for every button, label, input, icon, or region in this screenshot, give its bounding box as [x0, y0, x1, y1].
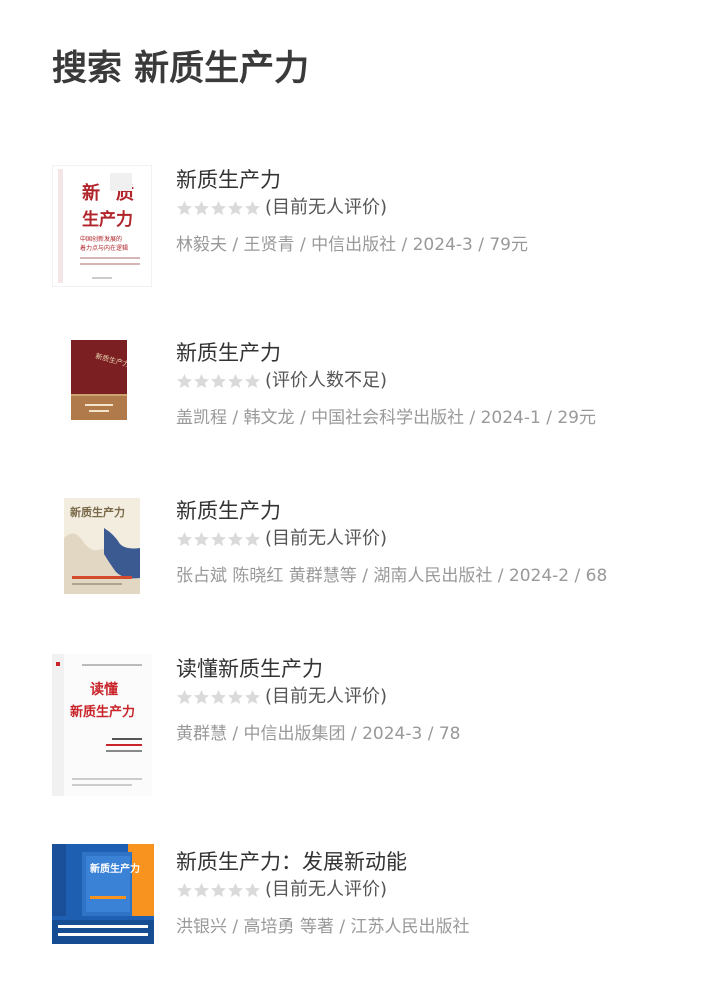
book-cover[interactable]: 新质生产力 [71, 340, 127, 420]
cover-text: 中国创新发展的 [80, 235, 122, 243]
star-empty-icon [177, 531, 192, 546]
book-cover[interactable]: 新质生产力 [52, 844, 154, 944]
cover-text: 新 [82, 182, 100, 204]
rating-text: (目前无人评价) [265, 879, 388, 900]
cover-text: 读懂 [90, 681, 118, 698]
star-empty-icon [245, 531, 260, 546]
result-item: 新质生产力 新质生产力：发展新动能 (目前无人评价) 洪银兴 / 高培勇 等著 … [0, 844, 724, 987]
cover-text: 新质生产力 [70, 704, 135, 720]
book-cover[interactable]: 新质生产力 [64, 498, 140, 594]
rating-stars [176, 882, 261, 899]
result-info: 新质生产力 (目前无人评价) 林毅夫 / 王贤青 / 中信出版社 / 2024-… [176, 165, 716, 255]
result-info: 新质生产力 (评价人数不足) 盖凯程 / 韩文龙 / 中国社会科学出版社 / 2… [176, 338, 716, 428]
star-empty-icon [211, 373, 226, 388]
book-title-link[interactable]: 新质生产力 [176, 338, 716, 368]
star-empty-icon [194, 373, 209, 388]
star-empty-icon [245, 689, 260, 704]
star-empty-icon [177, 373, 192, 388]
star-empty-icon [228, 200, 243, 215]
star-empty-icon [211, 882, 226, 897]
star-empty-icon [228, 531, 243, 546]
star-empty-icon [211, 200, 226, 215]
book-title-link[interactable]: 新质生产力 [176, 496, 716, 526]
result-info: 新质生产力：发展新动能 (目前无人评价) 洪银兴 / 高培勇 等著 / 江苏人民… [176, 847, 716, 937]
rating-text: (目前无人评价) [265, 528, 388, 549]
rating: (评价人数不足) [176, 368, 387, 394]
rating-stars [176, 531, 261, 548]
star-empty-icon [228, 373, 243, 388]
book-cover[interactable]: 新 质 生产力 中国创新发展的 着力点与内在逻辑 [52, 165, 152, 287]
rating: (目前无人评价) [176, 877, 387, 903]
book-meta: 盖凯程 / 韩文龙 / 中国社会科学出版社 / 2024-1 / 29元 [176, 408, 596, 428]
result-item: 读懂 新质生产力 读懂新质生产力 (目前无人评价) 黄群慧 / 中信出版集团 /… [0, 654, 724, 796]
star-empty-icon [194, 689, 209, 704]
rating-stars [176, 373, 261, 390]
star-empty-icon [228, 882, 243, 897]
cover-text: 新质生产力 [90, 862, 140, 875]
result-info: 新质生产力 (目前无人评价) 张占斌 陈晓红 黄群慧等 / 湖南人民出版社 / … [176, 496, 716, 586]
star-empty-icon [245, 882, 260, 897]
book-title-link[interactable]: 新质生产力：发展新动能 [176, 847, 716, 877]
rating: (目前无人评价) [176, 526, 387, 552]
star-empty-icon [245, 200, 260, 215]
result-item: 新 质 生产力 中国创新发展的 着力点与内在逻辑 新质生产力 (目前无人评价) … [0, 165, 724, 305]
book-meta: 张占斌 陈晓红 黄群慧等 / 湖南人民出版社 / 2024-2 / 68 [176, 566, 608, 586]
book-cover[interactable]: 读懂 新质生产力 [52, 654, 152, 796]
star-empty-icon [194, 531, 209, 546]
star-empty-icon [211, 531, 226, 546]
rating-text: (目前无人评价) [265, 686, 388, 707]
book-meta: 林毅夫 / 王贤青 / 中信出版社 / 2024-3 / 79元 [176, 235, 528, 255]
result-item: 新质生产力 新质生产力 (评价人数不足) 盖凯程 / 韩文龙 / 中国社会科学出… [0, 338, 724, 478]
cover-text: 生产力 [82, 209, 133, 230]
book-title-link[interactable]: 读懂新质生产力 [176, 654, 716, 684]
rating-text: (评价人数不足) [265, 370, 388, 391]
star-empty-icon [194, 200, 209, 215]
rating: (目前无人评价) [176, 684, 387, 710]
cover-text: 着力点与内在逻辑 [80, 244, 128, 252]
star-empty-icon [245, 373, 260, 388]
star-empty-icon [177, 200, 192, 215]
cover-text: 新质生产力 [70, 505, 125, 519]
rating-text: (目前无人评价) [265, 197, 388, 218]
rating: (目前无人评价) [176, 195, 387, 221]
rating-stars [176, 689, 261, 706]
star-empty-icon [211, 689, 226, 704]
result-info: 读懂新质生产力 (目前无人评价) 黄群慧 / 中信出版集团 / 2024-3 /… [176, 654, 716, 744]
book-meta: 洪银兴 / 高培勇 等著 / 江苏人民出版社 [176, 917, 470, 937]
star-empty-icon [228, 689, 243, 704]
book-title-link[interactable]: 新质生产力 [176, 165, 716, 195]
book-meta: 黄群慧 / 中信出版集团 / 2024-3 / 78 [176, 724, 461, 744]
star-empty-icon [177, 882, 192, 897]
result-item: 新质生产力 新质生产力 (目前无人评价) 张占斌 陈晓红 黄群慧等 / 湖南人民… [0, 496, 724, 636]
search-results-list: 新 质 生产力 中国创新发展的 着力点与内在逻辑 新质生产力 (目前无人评价) … [0, 0, 724, 975]
rating-stars [176, 200, 261, 217]
star-empty-icon [194, 882, 209, 897]
star-empty-icon [177, 689, 192, 704]
